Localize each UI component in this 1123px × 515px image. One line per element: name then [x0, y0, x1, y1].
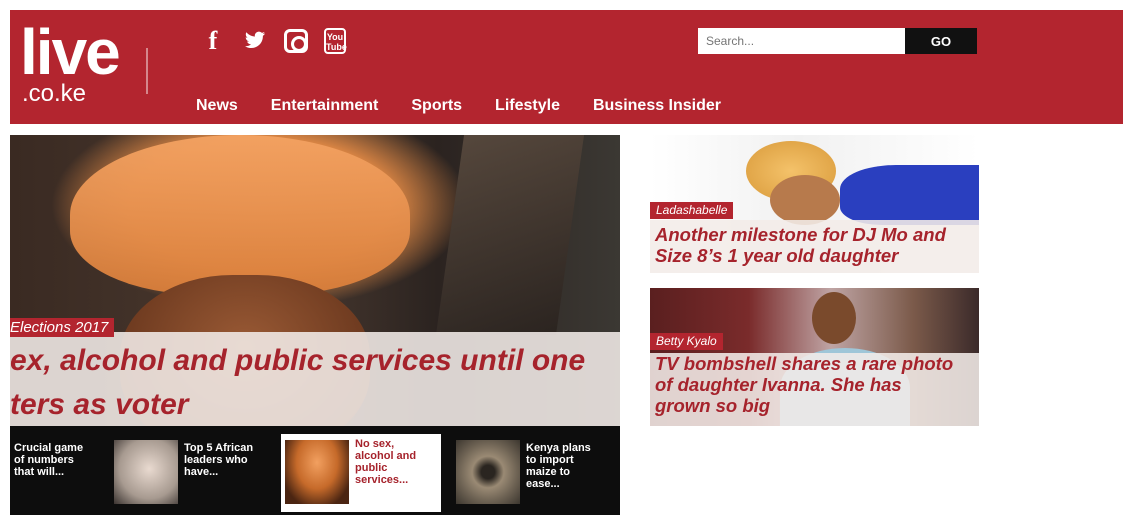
strip-item[interactable]: Crucial game of numbers that will... [10, 436, 110, 510]
instagram-icon[interactable] [284, 29, 308, 53]
strip-item-active[interactable]: No sex, alcohol and public services... [281, 434, 441, 512]
strip-item-text: Crucial game of numbers that will... [14, 442, 84, 478]
strip-item-thumbnail [456, 440, 520, 504]
nav-item-lifestyle[interactable]: Lifestyle [495, 96, 560, 116]
card-photo [812, 292, 856, 344]
hero-story[interactable]: Elections 2017 ex, alcohol and public se… [10, 135, 620, 426]
card-category-tag[interactable]: Betty Kyalo [650, 333, 723, 350]
hero-photo-background [435, 135, 585, 335]
strip-item[interactable]: Kenya plans to import maize to ease... [456, 436, 616, 510]
search-input[interactable] [698, 28, 905, 54]
main-nav: News Entertainment Sports Lifestyle Busi… [196, 96, 754, 116]
logo-domain: .co.ke [22, 80, 87, 107]
strip-item-text: Top 5 African leaders who have... [184, 442, 254, 478]
strip-item-thumbnail [285, 440, 349, 504]
site-header: live .co.ke f You Tube GO News Entertain… [10, 10, 1123, 124]
facebook-icon[interactable]: f [200, 28, 226, 54]
strip-item-thumbnail [114, 440, 178, 504]
story-card[interactable]: Ladashabelle Another milestone for DJ Mo… [650, 135, 979, 273]
card-headline[interactable]: TV bombshell shares a rare photo of daug… [655, 353, 953, 416]
social-links: f You Tube [200, 28, 347, 54]
card-photo-dress [840, 165, 979, 225]
hero-category-tag[interactable]: Elections 2017 [10, 318, 115, 337]
headline-strip: Crucial game of numbers that will... Top… [10, 426, 620, 515]
story-card[interactable]: Betty Kyalo TV bombshell shares a rare p… [650, 288, 979, 426]
search-bar: GO [698, 28, 977, 54]
card-category-tag[interactable]: Ladashabelle [650, 202, 734, 219]
nav-item-entertainment[interactable]: Entertainment [271, 96, 379, 116]
nav-item-news[interactable]: News [196, 96, 238, 116]
hero-photo-scarf [70, 135, 410, 295]
strip-item[interactable]: Top 5 African leaders who have... [114, 436, 274, 510]
strip-item-text: No sex, alcohol and public services... [355, 438, 417, 486]
nav-item-business-insider[interactable]: Business Insider [593, 96, 721, 116]
strip-item-text: Kenya plans to import maize to ease... [526, 442, 591, 490]
card-headline[interactable]: Another milestone for DJ Mo and Size 8’s… [655, 224, 946, 266]
page: live .co.ke f You Tube GO News Entertain… [0, 0, 1123, 515]
search-go-button[interactable]: GO [905, 28, 977, 54]
logo-divider [146, 48, 148, 94]
nav-item-sports[interactable]: Sports [411, 96, 462, 116]
hero-headline[interactable]: ex, alcohol and public services until on… [10, 339, 620, 426]
logo-wordmark: live [20, 16, 121, 88]
card-photo-face [770, 175, 840, 225]
youtube-icon[interactable]: You Tube [324, 28, 347, 54]
twitter-icon[interactable] [242, 28, 268, 54]
site-logo[interactable]: live .co.ke [10, 16, 150, 116]
